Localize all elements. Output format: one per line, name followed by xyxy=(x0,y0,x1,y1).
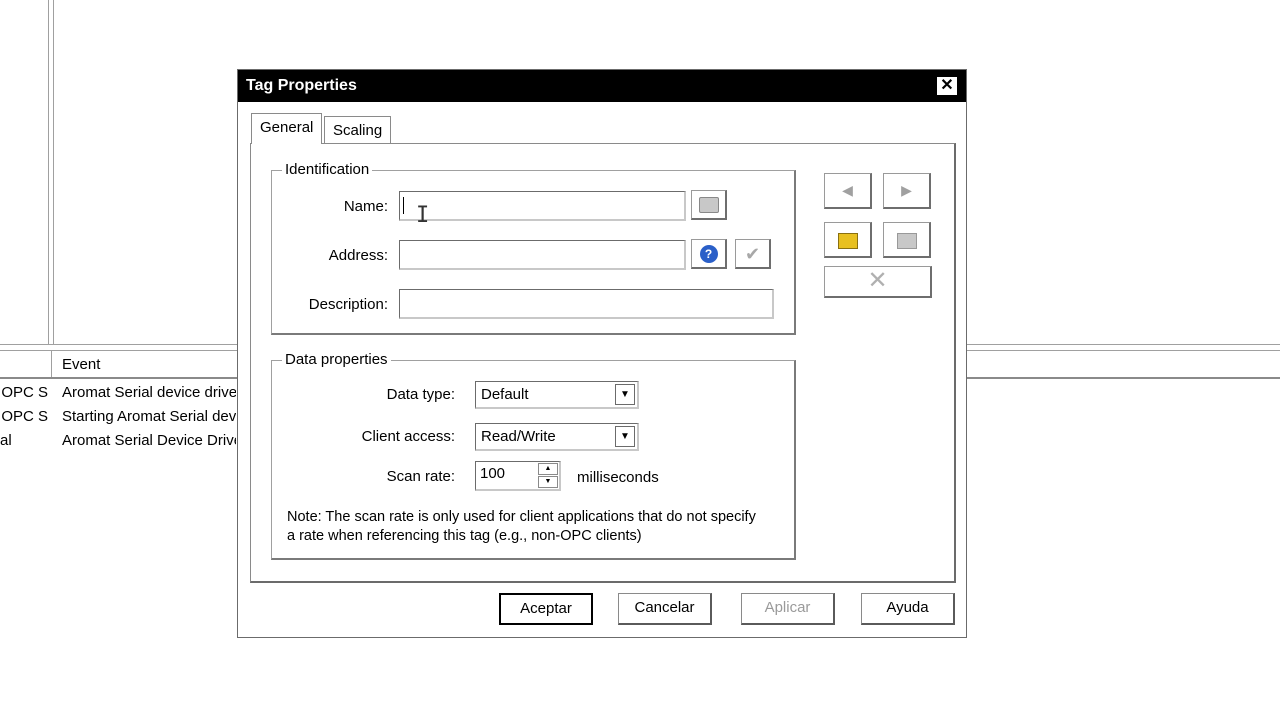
identification-group-title: Identification xyxy=(282,161,373,178)
column-separator[interactable] xyxy=(51,351,52,377)
copy-tags-icon xyxy=(698,197,719,213)
name-label: Name: xyxy=(343,198,388,215)
client-access-label: Client access: xyxy=(361,428,455,445)
data-type-value: Default xyxy=(481,386,529,403)
ok-button[interactable]: Aceptar xyxy=(499,593,593,625)
duplicate-tag-button[interactable] xyxy=(883,222,931,258)
address-help-button[interactable]: ? xyxy=(691,239,727,269)
pane-divider-left[interactable] xyxy=(48,0,49,345)
arrow-right-icon: ▶ xyxy=(901,182,912,198)
checkmark-icon: ✔ xyxy=(744,244,761,264)
close-button[interactable]: ✕ xyxy=(936,76,958,96)
tag-properties-dialog: Tag Properties ✕ General Scaling Identif… xyxy=(237,69,967,638)
name-field[interactable] xyxy=(399,191,686,221)
previous-tag-button[interactable]: ◀ xyxy=(824,173,872,209)
duplicate-tag-icon xyxy=(896,233,917,249)
scan-rate-unit: milliseconds xyxy=(577,469,659,486)
data-type-select[interactable]: Default ▼ xyxy=(475,381,639,409)
address-label: Address: xyxy=(328,247,388,264)
log-row[interactable]: OPC S... Aromat Serial device driver xyxy=(0,384,240,408)
description-field[interactable] xyxy=(399,289,774,319)
ibeam-cursor-icon: I xyxy=(416,203,430,228)
next-tag-button[interactable]: ▶ xyxy=(883,173,931,209)
log-row[interactable]: OPC S... Starting Aromat Serial device xyxy=(0,408,240,432)
pane-bottom-edge xyxy=(0,344,54,345)
dialog-titlebar[interactable]: Tag Properties ✕ xyxy=(238,70,966,102)
text-caret xyxy=(403,197,404,214)
tab-scaling[interactable]: Scaling xyxy=(324,116,392,144)
log-row[interactable]: al Aromat Serial Device Driver xyxy=(0,432,240,456)
tab-general[interactable]: General xyxy=(251,113,323,144)
pane-divider-right[interactable] xyxy=(53,0,54,345)
spin-down-icon[interactable]: ▼ xyxy=(538,476,558,488)
spin-up-icon[interactable]: ▲ xyxy=(538,463,558,475)
log-event: Aromat Serial Device Driver xyxy=(62,432,236,449)
scan-rate-spinner[interactable]: 100 ▲ ▼ xyxy=(475,461,561,491)
data-type-label: Data type: xyxy=(386,386,455,403)
description-label: Description: xyxy=(308,296,388,313)
help-icon: ? xyxy=(699,245,718,263)
log-event: Starting Aromat Serial device xyxy=(62,408,236,425)
event-column-header[interactable]: Event xyxy=(62,356,100,373)
scan-rate-label: Scan rate: xyxy=(386,468,455,485)
delete-x-icon: ✕ xyxy=(867,267,888,294)
address-field[interactable] xyxy=(399,240,686,270)
data-properties-group-title: Data properties xyxy=(282,351,391,368)
help-button[interactable]: Ayuda xyxy=(861,593,955,625)
scan-rate-note: Note: The scan rate is only used for cli… xyxy=(287,509,756,544)
log-source: OPC S... xyxy=(0,408,48,425)
apply-button[interactable]: Aplicar xyxy=(741,593,835,625)
delete-tag-button[interactable]: ✕ xyxy=(824,266,932,298)
log-event: Aromat Serial device driver xyxy=(62,384,236,401)
validate-address-button[interactable]: ✔ xyxy=(735,239,771,269)
browse-tag-button[interactable] xyxy=(691,190,727,220)
log-source: al xyxy=(0,432,12,449)
chevron-down-icon[interactable]: ▼ xyxy=(615,426,635,447)
client-access-value: Read/Write xyxy=(481,428,556,445)
new-tag-button[interactable] xyxy=(824,222,872,258)
dialog-title: Tag Properties xyxy=(246,77,357,94)
chevron-down-icon[interactable]: ▼ xyxy=(615,384,635,405)
new-tag-icon xyxy=(837,233,858,249)
scan-rate-value: 100 xyxy=(480,465,506,482)
log-source: OPC S... xyxy=(0,384,48,401)
arrow-left-icon: ◀ xyxy=(842,182,853,198)
cancel-button[interactable]: Cancelar xyxy=(618,593,712,625)
client-access-select[interactable]: Read/Write ▼ xyxy=(475,423,639,451)
